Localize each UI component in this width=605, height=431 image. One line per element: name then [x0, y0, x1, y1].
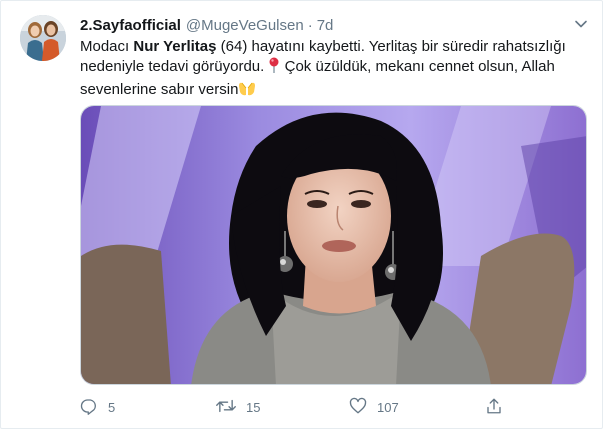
- timestamp[interactable]: 7d: [317, 17, 334, 34]
- avatar[interactable]: [20, 15, 66, 61]
- display-name[interactable]: 2.Sayfaofficial: [80, 17, 181, 34]
- separator-dot: ·: [307, 16, 313, 34]
- tweet-actions: 5 15 107: [80, 396, 520, 418]
- open-hands-emoji: [238, 80, 256, 103]
- chevron-down-icon[interactable]: [570, 13, 592, 35]
- retweet-icon: [216, 397, 236, 418]
- share-button[interactable]: [485, 396, 503, 418]
- reply-button[interactable]: 5: [80, 396, 115, 418]
- tweet-card[interactable]: 2.Sayfaofficial @MugeVeGulsen · 7d Modac…: [0, 0, 603, 429]
- retweet-button[interactable]: 15: [216, 396, 260, 418]
- reply-count: 5: [108, 399, 116, 415]
- retweet-count: 15: [246, 399, 261, 415]
- text-line2: nedeniyle tedavi görüyordu.: [80, 58, 269, 75]
- share-icon: [485, 397, 503, 418]
- tweet-photo[interactable]: [80, 105, 587, 385]
- reply-icon: [80, 397, 98, 418]
- tweet-text: Modacı Nur Yerlitaş (64) hayatını kaybet…: [80, 37, 580, 103]
- text-bold-name: Nur Yerlitaş: [133, 38, 217, 55]
- tweet-header: 2.Sayfaofficial @MugeVeGulsen · 7d: [80, 15, 333, 35]
- text-prefix: Modacı: [80, 38, 134, 55]
- round-pushpin-emoji: [268, 57, 280, 80]
- text-line3: sevenlerine sabır versin: [80, 81, 239, 98]
- text-line2-rest: Çok üzüldük, mekanı cennet olsun, Allah: [280, 58, 555, 75]
- heart-icon: [349, 397, 367, 418]
- like-button[interactable]: 107: [349, 396, 399, 418]
- like-count: 107: [377, 399, 399, 415]
- user-handle[interactable]: @MugeVeGulsen: [186, 17, 304, 34]
- text-line1: (64) hayatını kaybetti. Yerlitaş bir sür…: [216, 38, 566, 55]
